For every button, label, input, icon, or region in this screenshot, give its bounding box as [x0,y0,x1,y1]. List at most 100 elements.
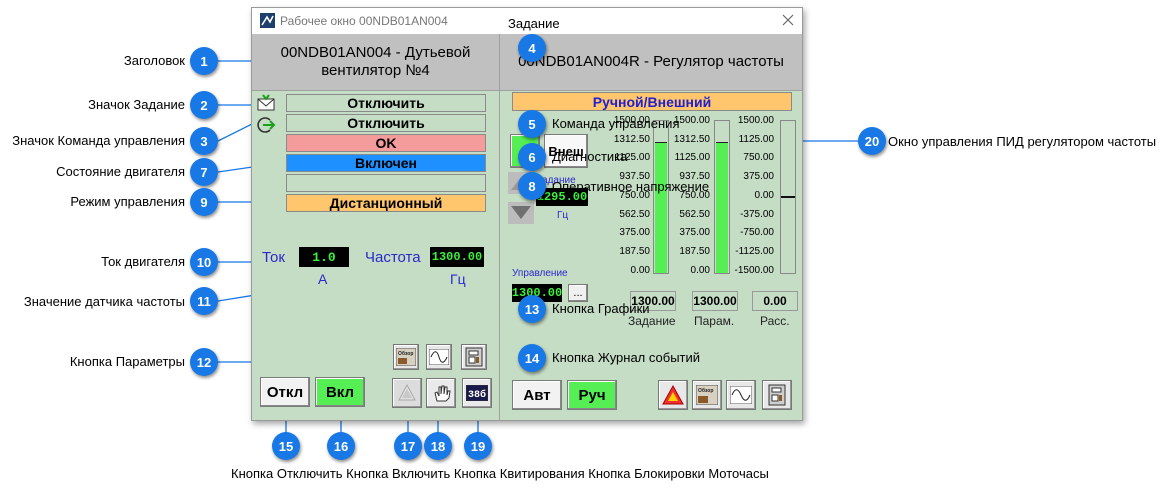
counter-icon: 38б [466,385,488,401]
param-bar-frame [714,120,730,274]
mismatch-bar-marker [781,196,795,198]
scale-tick-label: 0.00 [754,189,774,201]
auto-button[interactable]: Авт [512,380,562,410]
current-unit: А [318,271,328,287]
badge-9: 9 [190,188,218,216]
badge-10: 10 [190,248,218,276]
label-event-log-button: Кнопка Журнал событий [552,350,701,365]
command-bar-1: Отключить [286,94,486,112]
label-bottom-buttons: Кнопка Отключить Кнопка Включить Кнопка … [231,466,769,481]
scale-tick-label: -1125.00 [735,245,774,257]
app-icon [260,13,275,28]
badge-15: 15 [272,432,300,460]
scale-tick-label: -375.00 [740,208,774,220]
charts-button[interactable] [426,344,452,370]
label-operative-voltage: Оперативное напряжение [552,179,710,194]
panel-divider [499,34,500,420]
overview-icon-text: Обзор [398,350,413,357]
warning-triangle-icon [398,384,416,401]
label-freq-sensor: Значение датчика частоты [23,294,185,309]
manual-button[interactable]: Руч [567,380,617,410]
regulator-overview-button[interactable]: Обзор [692,380,722,410]
label-command-icon: Значок Команда управления [12,133,185,148]
badge-5: 5 [518,110,546,138]
param-caption: Парам. [694,314,735,328]
badge-17: 17 [394,432,422,460]
regulator-charts-button[interactable] [726,380,756,410]
parameters-button[interactable]: Обзор [393,344,419,370]
scale-tick-label: 187.50 [619,245,650,257]
scale-tick-label: 1125.00 [674,152,710,164]
on-button[interactable]: Вкл [315,377,365,407]
block-button[interactable] [426,378,456,408]
control-label: Управление [512,268,568,279]
scale-tick-label: 1312.50 [613,133,650,145]
label-setpoint-top: Задание [508,16,560,31]
regulator-ack-button[interactable] [658,380,688,410]
scale-tick-label: -750.00 [740,227,774,239]
scale-tick-label: 375.00 [743,171,774,183]
badge-14: 14 [518,344,546,372]
frequency-label: Частота [365,249,421,266]
motor-state-bar: Включен [286,154,486,172]
setpoint-caption: Задание [628,314,676,328]
badge-1: 1 [190,47,218,75]
param-bar-fill [716,141,728,273]
overview-icon-text-right: Обзор [698,387,713,394]
label-control-command: Команда управления [552,116,680,131]
left-header-text: 00NDB01AN004 - Дутьевой вентилятор №4 [280,44,471,79]
off-button[interactable]: Откл [260,377,310,407]
alarm-triangle-icon [662,385,684,405]
motor-hours-button[interactable]: 38б [462,378,492,408]
scale-tick-label: 562.50 [619,208,650,220]
scale-tick-label: 375.00 [679,227,710,239]
current-label: Ток [262,249,285,266]
right-header-text: 00NDB01AN004R - Регулятор частоты [518,53,784,70]
close-icon[interactable] [782,14,794,26]
setpoint-envelope-icon[interactable] [257,94,275,112]
regulator-mode-bar: Ручной/Внешний [512,92,792,111]
control-mode-bar: Дистанционный [286,194,486,212]
hand-icon [434,385,451,402]
scale-tick-label: 375.00 [619,227,650,239]
mismatch-value-box: 0.00 [752,291,798,311]
control-command-icon[interactable] [256,116,276,134]
setpoint-unit: Гц [557,210,569,221]
scale-tick-label: 750.00 [743,152,774,164]
sine-wave-icon [429,349,449,365]
overview-icon: Обзор [396,348,416,366]
label-params-button: Кнопка Параметры [69,354,185,369]
control-more-button[interactable]: ... [568,284,588,302]
scale-tick-label: 1500.00 [737,115,774,126]
setpoint-bar-fill [655,141,667,273]
label-title: Заголовок [123,53,185,68]
frequency-unit: Гц [450,271,466,287]
label-diagnostics: Диагностика [552,149,628,164]
acknowledge-button[interactable] [392,378,422,408]
left-header: 00NDB01AN004 - Дутьевой вентилятор №4 [252,34,499,91]
badge-12: 12 [190,348,218,376]
empty-state-bar [286,174,486,192]
param-value-box: 1300.00 [692,291,738,311]
state-ok-bar: OK [286,134,486,152]
regulator-log-button[interactable] [762,380,792,410]
label-motor-current: Ток двигателя [101,254,185,269]
counter-icon-text: 38б [468,388,486,401]
mismatch-caption: Расс. [760,314,790,328]
scale-tick-label: 187.50 [679,245,710,257]
badge-16: 16 [327,432,355,460]
command-bar-2: Отключить [286,114,486,132]
badge-8: 8 [518,172,546,200]
event-log-icon [768,384,786,406]
badge-19: 19 [464,432,492,460]
sine-wave-icon [730,386,752,404]
label-charts-button: Кнопка Графики [552,301,650,316]
scale-tick-label: -1500.00 [734,264,774,276]
event-log-button[interactable] [461,344,487,370]
badge-13: 13 [518,295,546,323]
label-motor-state: Состояние двигателя [56,164,185,179]
arrow-down-icon[interactable] [508,202,534,224]
badge-3: 3 [190,127,218,155]
mismatch-bar-frame [780,120,796,274]
badge-4: 4 [518,34,546,62]
